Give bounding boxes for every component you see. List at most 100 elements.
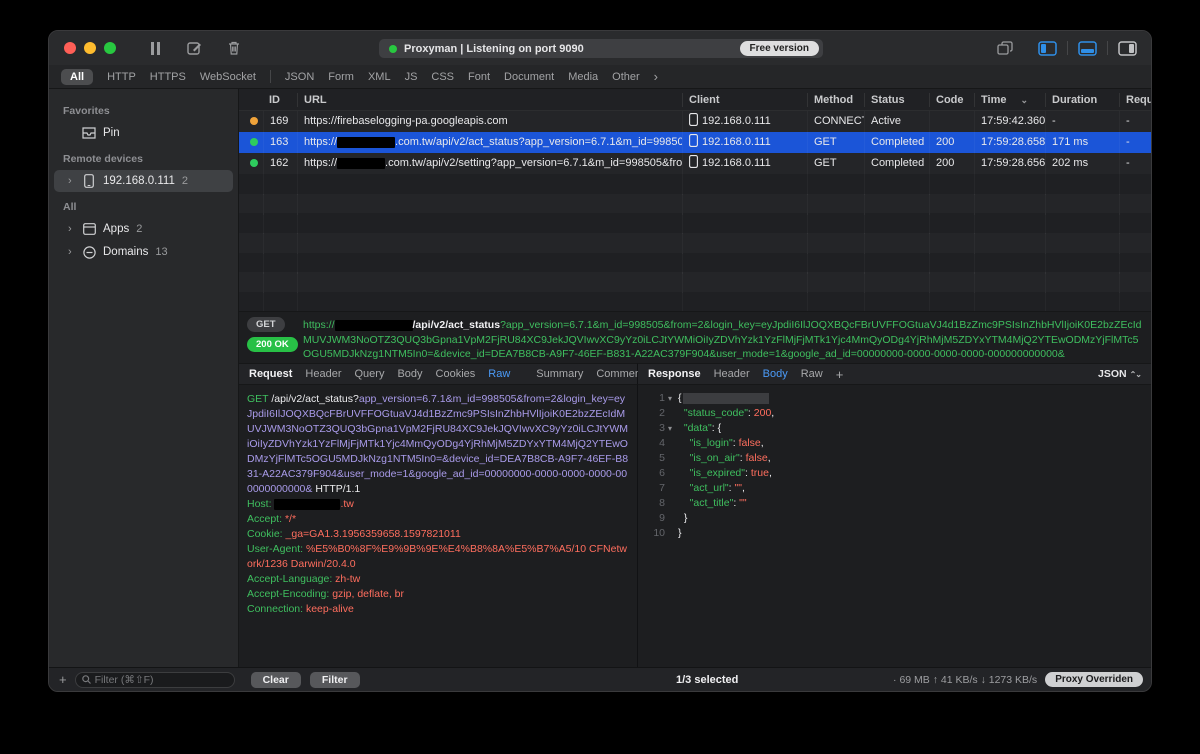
chevron-right-icon[interactable]: › xyxy=(68,223,80,235)
tab-overflow-icon[interactable]: › xyxy=(654,69,658,84)
request-tab-query[interactable]: Query xyxy=(354,368,384,380)
tab-xml[interactable]: XML xyxy=(368,71,391,83)
close-window-icon[interactable] xyxy=(64,42,76,54)
column-header-time[interactable]: Time⌄ xyxy=(974,93,1045,107)
request-raw-pane[interactable]: GET /api/v2/act_status?app_version=6.7.1… xyxy=(239,385,638,667)
chevron-right-icon[interactable]: › xyxy=(68,175,80,187)
add-filter-button[interactable]: + xyxy=(59,672,67,687)
traffic-lights xyxy=(64,42,124,54)
tab-font[interactable]: Font xyxy=(468,71,490,83)
tab-js[interactable]: JS xyxy=(405,71,418,83)
toggle-right-panel-icon[interactable] xyxy=(1118,41,1137,56)
tab-form[interactable]: Form xyxy=(328,71,354,83)
line-content: } xyxy=(678,511,687,526)
fold-chevron-icon[interactable]: ▾ xyxy=(668,391,678,406)
request-tab-header[interactable]: Header xyxy=(305,368,341,380)
filter-button[interactable]: Filter xyxy=(310,672,360,688)
response-body-pane[interactable]: 1▾{2 "status_code": 200,3▾ "data": {4 "i… xyxy=(638,385,1151,667)
line-content: "is_on_air": false, xyxy=(678,451,771,466)
tab-https[interactable]: HTTPS xyxy=(150,71,186,83)
request-tab-request[interactable]: Request xyxy=(249,368,292,380)
cell-url: https://firebaselogging-pa.googleapis.co… xyxy=(297,111,682,132)
chevron-right-icon[interactable]: › xyxy=(68,246,80,258)
clear-button[interactable]: Clear xyxy=(251,672,301,688)
toggle-bottom-panel-icon[interactable] xyxy=(1078,41,1097,56)
tab-http[interactable]: HTTP xyxy=(107,71,136,83)
column-header-duration[interactable]: Duration xyxy=(1045,93,1119,107)
request-tab-raw[interactable]: Raw xyxy=(488,368,510,380)
trash-icon[interactable] xyxy=(228,41,240,55)
column-header-method[interactable]: Method xyxy=(807,93,864,107)
empty-cell xyxy=(974,233,1045,254)
method-badge: GET xyxy=(247,317,285,332)
response-json-line: 10} xyxy=(638,526,1151,541)
tab-media[interactable]: Media xyxy=(568,71,598,83)
table-row[interactable]: 169https://firebaselogging-pa.googleapis… xyxy=(239,111,1151,132)
filter-input[interactable]: Filter (⌘⇧F) xyxy=(75,672,235,688)
maximize-window-icon[interactable] xyxy=(104,42,116,54)
fold-chevron-icon[interactable]: ▾ xyxy=(668,421,678,436)
table-row[interactable]: 162https://.com.tw/api/v2/setting?app_ve… xyxy=(239,153,1151,174)
column-header-status[interactable]: Status xyxy=(864,93,929,107)
tab-css[interactable]: CSS xyxy=(431,71,454,83)
header-value: gzip, deflate, br xyxy=(332,588,404,600)
column-header-id[interactable]: ID xyxy=(263,93,297,107)
request-tab-body[interactable]: Body xyxy=(397,368,422,380)
multiple-windows-icon[interactable] xyxy=(997,41,1014,56)
session-title-pill[interactable]: Proxyman | Listening on port 9090 Free v… xyxy=(379,39,823,58)
toggle-left-panel-icon[interactable] xyxy=(1038,41,1057,56)
empty-cell xyxy=(974,253,1045,274)
sidebar-item-apps[interactable]: ›Apps2 xyxy=(54,218,233,240)
column-header-client[interactable]: Client xyxy=(682,93,807,107)
column-header-url[interactable]: URL xyxy=(297,93,682,107)
response-tab-raw[interactable]: Raw xyxy=(801,368,823,380)
line-number: 9 xyxy=(638,511,668,526)
cell-client: 192.168.0.111 xyxy=(682,132,807,153)
tab-other[interactable]: Other xyxy=(612,71,640,83)
pause-icon[interactable] xyxy=(150,42,161,55)
cell-method: GET xyxy=(807,153,864,174)
empty-cell xyxy=(864,253,929,274)
proxy-override-badge[interactable]: Proxy Overriden xyxy=(1045,672,1143,687)
table-row[interactable]: 163https://.com.tw/api/v2/act_status?app… xyxy=(239,132,1151,153)
minimize-window-icon[interactable] xyxy=(84,42,96,54)
cell-client: 192.168.0.111 xyxy=(682,111,807,132)
empty-cell xyxy=(1045,253,1119,274)
response-json-line: 6 "is_expired": true, xyxy=(638,466,1151,481)
response-json-line: 5 "is_on_air": false, xyxy=(638,451,1151,466)
bottom-bar: + Filter (⌘⇧F) Clear Filter 1/3 selected… xyxy=(49,667,1151,691)
sidebar-item-192-168-0-111[interactable]: ›192.168.0.1112 xyxy=(54,170,233,192)
column-header-request[interactable]: Request xyxy=(1119,93,1151,107)
response-tab-response[interactable]: Response xyxy=(648,368,701,380)
line-number: 4 xyxy=(638,436,668,451)
empty-cell xyxy=(807,253,864,274)
fold-spacer xyxy=(668,511,678,526)
tab-json[interactable]: JSON xyxy=(285,71,314,83)
status-code-badge: 200 OK xyxy=(247,337,298,352)
empty-cell xyxy=(864,292,929,313)
row-status-dot-cell xyxy=(239,111,263,132)
compose-icon[interactable] xyxy=(187,41,202,56)
response-tab-body[interactable]: Body xyxy=(763,368,788,380)
sidebar-item-pin[interactable]: Pin xyxy=(54,122,233,144)
tab-document[interactable]: Document xyxy=(504,71,554,83)
titlebar-right-controls xyxy=(997,31,1137,65)
request-tab-summary[interactable]: Summary xyxy=(536,368,583,380)
sidebar-item-domains[interactable]: ›Domains13 xyxy=(54,241,233,263)
tab-all[interactable]: All xyxy=(61,69,93,85)
table-header[interactable]: IDURLClientMethodStatusCodeTime⌄Duration… xyxy=(239,89,1151,111)
request-header-line: Connection: keep-alive xyxy=(247,602,629,617)
empty-cell xyxy=(682,174,807,195)
response-tab-header[interactable]: Header xyxy=(714,368,750,380)
response-tab-add[interactable]: + xyxy=(836,367,844,382)
full-url-text[interactable]: https:///api/v2/act_status?app_version=6… xyxy=(303,317,1143,363)
request-tab-cookies[interactable]: Cookies xyxy=(436,368,476,380)
empty-cell xyxy=(929,213,974,234)
request-tab-comment[interactable]: Comment xyxy=(596,368,644,380)
column-header-code[interactable]: Code xyxy=(929,93,974,107)
fold-spacer xyxy=(668,466,678,481)
tab-websocket[interactable]: WebSocket xyxy=(200,71,256,83)
toolbar-separator xyxy=(1107,41,1108,55)
empty-cell xyxy=(864,194,929,215)
response-format-select[interactable]: JSON⌃⌄ xyxy=(1098,368,1141,380)
